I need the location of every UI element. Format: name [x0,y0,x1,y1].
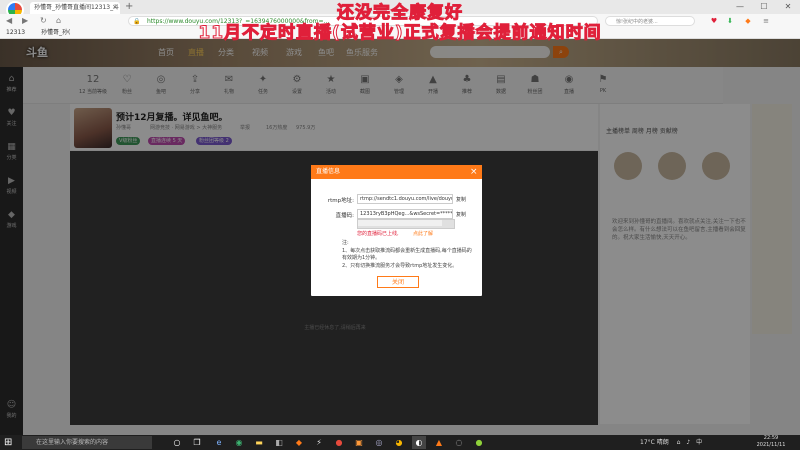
app-icon[interactable]: ◧ [272,436,286,449]
windows-start-icon[interactable]: ⊞ [4,437,12,449]
douyu-icon[interactable]: ▲ [432,436,446,449]
dialog-title: 直播信息 [311,165,482,179]
stream-key-label: 直播码: [335,213,354,219]
app-icon[interactable]: ● [332,436,346,449]
tab-close-icon[interactable]: × [112,3,118,11]
close-button[interactable]: 关闭 [377,276,419,288]
steam-icon[interactable]: ◎ [372,436,386,449]
cortana-icon[interactable]: ○ [170,436,184,449]
shield-icon[interactable]: ◆ [742,15,754,27]
scrollbar-thumb[interactable] [358,220,442,226]
weather-text[interactable]: 17°C 晴朗 [640,439,669,446]
refresh-icon[interactable]: ↻ [40,14,47,28]
download-icon[interactable]: ⬇ [724,15,736,27]
forward-icon[interactable]: ▶ [22,14,28,28]
clock[interactable]: 22:59 2021/11/11 [746,435,796,449]
copy-rtmp-button[interactable]: 复制 [456,196,466,203]
app-icon[interactable]: ◌ [452,436,466,449]
edge-icon[interactable]: e [212,436,226,449]
ime-indicator[interactable]: 中 [696,439,702,446]
warning-text: 您的直播码已上线, [357,231,399,237]
tab-title: 孙懂哥_孙懂哥直播间12313_斗 [34,4,120,11]
store-icon[interactable]: ◉ [232,436,246,449]
close-window-icon[interactable]: ✕ [776,0,800,14]
maximize-icon[interactable]: ☐ [752,0,776,14]
learn-more-link[interactable]: 点此了解 [413,230,433,237]
dialog-close-icon[interactable]: × [470,166,478,178]
task-view-icon[interactable]: ❐ [190,436,204,449]
extension-icon[interactable]: ♥ [708,15,720,27]
note-item: 1、每次点击获取推流码都会重新生成直播码,每个直播码的有效期为1分钟。 [342,247,472,262]
rtmp-label: rtmp地址: [327,198,354,204]
taskbar-search-input[interactable]: 在这里输入你要搜索的内容 [22,436,152,449]
rtmp-address-field[interactable]: rtmp://sendtc1.douyu.com/live/douyu... [357,194,453,204]
app-icon[interactable]: ⚡ [312,436,326,449]
app-icon[interactable]: ● [472,436,486,449]
network-icon[interactable]: ⌂ [677,439,681,446]
volume-icon[interactable]: ♪ [686,439,690,446]
app-icon[interactable]: ◆ [292,436,306,449]
bookmark-item[interactable]: 12313 [6,29,25,36]
note-title: 注: [342,240,349,246]
copy-key-button[interactable]: 复制 [456,211,466,218]
browser-taskbar-icon[interactable]: ◕ [392,436,406,449]
lock-icon: 🔒 [133,18,141,25]
date-text: 2021/11/11 [756,442,786,448]
time-text: 22:59 [763,435,779,441]
minimize-icon[interactable]: — [728,0,752,14]
note-item: 2、只有切换推流服务才会导致rtmp地址发生变化。 [342,262,458,269]
explorer-icon[interactable]: ▬ [252,436,266,449]
overlay-caption: 11月不定时直播(试营业)正式复播会提前通知时间 [198,23,602,44]
new-tab-icon[interactable]: + [125,1,133,12]
dialog-notes: 注: 1、每次点击获取推流码都会重新生成直播码,每个直播码的有效期为1分钟。 2… [342,240,474,270]
menu-icon[interactable]: ≡ [760,15,772,27]
browser-tab[interactable]: 孙懂哥_孙懂哥直播间12313_斗 [30,2,120,14]
stream-key-field[interactable]: 12313ryB3pHQeg...&wsSecret=******* [357,209,453,219]
bookmark-item[interactable]: 孙懂哥_孙( [41,29,70,36]
back-icon[interactable]: ◀ [6,14,12,28]
obs-icon[interactable]: ◐ [412,436,426,449]
app-icon[interactable]: ▣ [352,436,366,449]
home-button-icon[interactable]: ⌂ [56,14,61,28]
system-tray: 17°C 晴朗 ⌂ ♪ 中 [640,436,702,449]
